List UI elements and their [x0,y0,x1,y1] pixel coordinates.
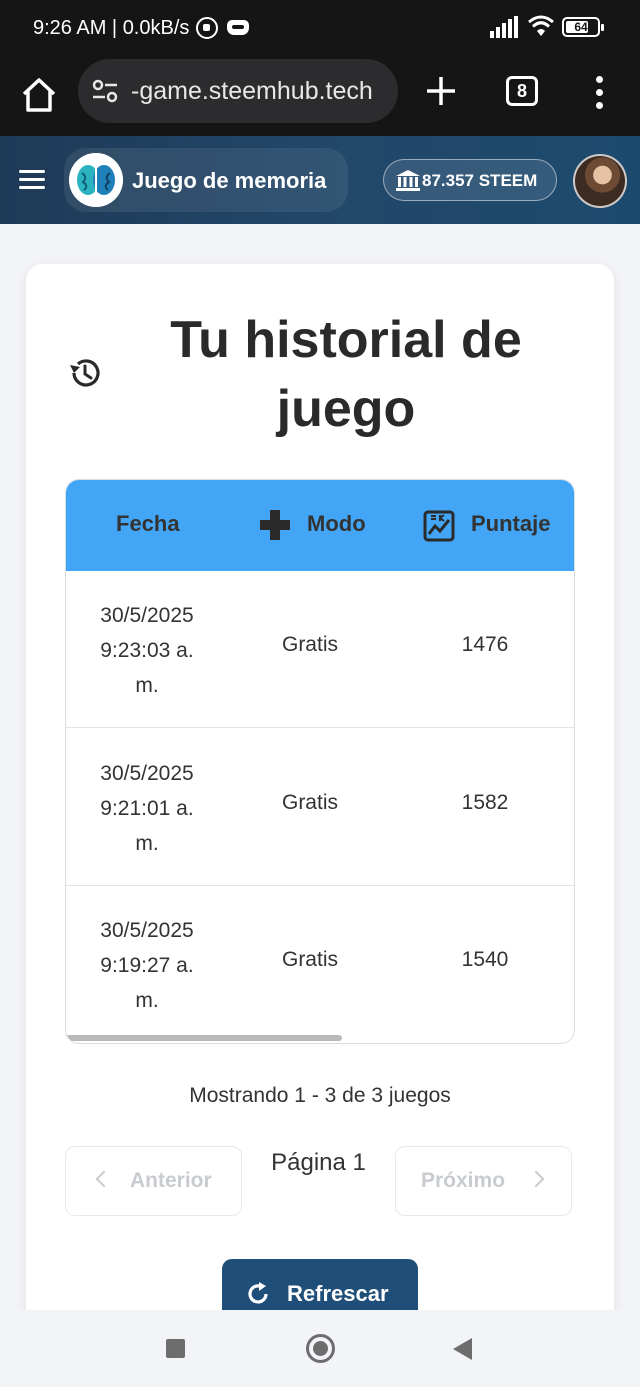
history-card: Tu historial de juego Fecha Modo Puntaje… [26,264,614,1310]
refresh-icon [248,1282,268,1304]
table-row: 30/5/2025 9:21:01 a. m. Gratis 1582 [66,729,574,886]
brand[interactable]: Juego de memoria [64,148,348,212]
plus-icon[interactable] [424,74,458,108]
wifi-icon [528,15,554,36]
history-icon [70,359,100,387]
whatsapp-icon [196,17,218,39]
main-content: Tu historial de juego Fecha Modo Puntaje… [0,224,640,1310]
previous-label: Anterior [130,1169,212,1192]
status-time: 9:26 AM | 0.0kB/s [33,17,190,39]
table-row: 30/5/2025 9:23:03 a. m. Gratis 1476 [66,571,574,728]
table-scrollbar[interactable] [66,1035,342,1041]
home-nav-icon[interactable] [306,1334,335,1363]
address-bar[interactable]: -game.steemhub.tech [78,59,398,123]
refresh-label: Refrescar [287,1281,389,1306]
chevron-left-icon [95,1170,113,1188]
cell-score: 1540 [461,948,509,971]
recents-icon[interactable] [166,1339,185,1358]
cell-mode: Gratis [281,633,338,656]
url-text: -game.steemhub.tech [131,77,373,105]
battery-icon: 64 [562,17,604,37]
signal-icon [490,16,520,38]
more-vert-icon[interactable] [588,74,612,110]
back-icon[interactable] [453,1338,472,1360]
gamepad-icon [260,510,290,540]
balance-text: 87.357 STEEM [422,171,538,190]
menu-icon[interactable] [19,170,45,190]
refresh-button[interactable]: Refrescar [222,1259,418,1310]
history-table[interactable]: Fecha Modo Puntaje 30/5/2025 9:23:03 a. … [65,479,575,1044]
bank-icon [396,170,420,191]
score-chart-icon [423,510,455,542]
home-icon[interactable] [18,74,60,116]
results-summary: Mostrando 1 - 3 de 3 juegos [189,1084,451,1107]
tabs-icon[interactable]: 8 [506,76,538,106]
browser-toolbar: -game.steemhub.tech 8 [0,56,640,136]
cell-score: 1476 [461,633,509,656]
system-nav-bar [0,1310,640,1387]
tab-count: 8 [516,80,527,101]
cell-date: 30/5/2025 9:19:27 a. m. [100,919,194,1012]
app-title: Juego de memoria [132,168,327,193]
app-header: Juego de memoria 87.357 STEEM [0,136,640,224]
table-header: Fecha Modo Puntaje [66,480,574,571]
table-row: 30/5/2025 9:19:27 a. m. Gratis 1540 [66,886,574,1043]
cell-date: 30/5/2025 9:23:03 a. m. [100,604,194,697]
column-header-mode[interactable]: Modo [307,511,366,537]
column-header-score[interactable]: Puntaje [471,511,550,537]
cell-score: 1582 [461,791,509,814]
next-page-button[interactable]: Próximo [395,1146,572,1216]
status-bar: 9:26 AM | 0.0kB/s 64 [0,0,640,56]
site-settings-icon[interactable] [92,79,118,103]
cell-mode: Gratis [281,948,338,971]
next-label: Próximo [421,1169,506,1192]
wallet-balance[interactable]: 87.357 STEEM [383,159,557,201]
discord-icon [227,20,249,35]
cell-mode: Gratis [281,791,338,814]
cell-date: 30/5/2025 9:21:01 a. m. [100,762,194,855]
battery-level: 64 [574,20,588,34]
column-header-date[interactable]: Fecha [116,511,180,537]
avatar[interactable] [573,154,627,208]
brain-logo-icon [69,153,123,207]
chevron-right-icon [527,1170,545,1188]
page-indicator: Página 1 [271,1149,366,1176]
previous-page-button[interactable]: Anterior [65,1146,242,1216]
page-title: Tu historial de juego [170,311,522,438]
